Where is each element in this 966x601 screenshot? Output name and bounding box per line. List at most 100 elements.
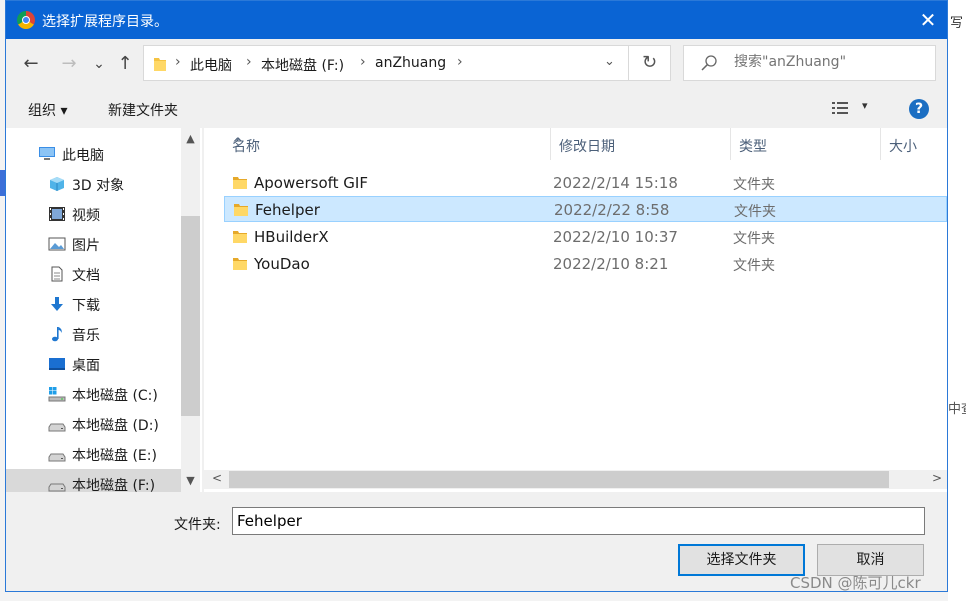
sidebar-item-label: 本地磁盘 (F:) [72,478,156,492]
sidebar-item-label: 本地磁盘 (E:) [72,448,157,464]
up-button[interactable]: ↑ [112,51,138,77]
sidebar-item-label: 下载 [72,298,100,314]
sidebar-scrollbar[interactable]: ▲ ▼ [181,128,200,492]
breadcrumb-drive-f[interactable]: 本地磁盘 (F:) [261,55,344,75]
sidebar-item-drive-e[interactable]: 本地磁盘 (E:) [6,439,181,469]
sidebar-item-drive-d[interactable]: 本地磁盘 (D:) [6,409,181,439]
file-name: YouDao [254,255,310,273]
file-list-horizontal-scrollbar[interactable]: < > [204,470,947,489]
sidebar-item-this-pc[interactable]: 此电脑 [6,139,181,169]
dialog-title: 选择扩展程序目录。 [42,14,168,30]
file-list: 名称 ^ 修改日期 类型 大小 Apowersoft GIF 2022/2/14… [204,128,947,492]
breadcrumb-anzhuang[interactable]: anZhuang [375,55,446,71]
back-button[interactable]: ← [18,51,44,77]
search-box[interactable] [683,45,936,81]
drive-icon [48,483,66,492]
file-name: HBuilderX [254,228,329,246]
sidebar-item-desktop[interactable]: 桌面 [6,349,181,379]
chrome-icon [17,11,35,29]
forward-button[interactable]: → [56,51,82,77]
sidebar-item-pictures[interactable]: 图片 [6,229,181,259]
windows-drive-icon [48,387,66,402]
sidebar-item-music[interactable]: 音乐 [6,319,181,349]
sidebar-item-label: 本地磁盘 (C:) [72,388,158,404]
close-button[interactable]: ✕ [909,5,947,35]
horizontal-scroll-thumb[interactable] [229,471,889,488]
scroll-up-button[interactable]: ▲ [181,132,200,145]
sidebar-item-label: 文档 [72,268,100,284]
column-header-date[interactable]: 修改日期 [551,128,731,160]
recent-locations-button[interactable]: ⌄ [86,51,112,77]
folder-field-label: 文件夹: [174,517,221,533]
sidebar-item-label: 视频 [72,208,100,224]
view-options-dropdown[interactable]: ▾ [862,99,868,112]
list-item-selected[interactable]: Fehelper 2022/2/22 8:58 文件夹 [224,196,947,222]
folder-name-input[interactable] [232,507,925,535]
sidebar-item-3d-objects[interactable]: 3D 对象 [6,169,181,199]
column-header-label: 类型 [739,139,767,155]
sidebar-item-label: 此电脑 [62,148,104,164]
background-peek-text: 中查 [948,402,966,417]
document-icon [51,266,63,282]
column-header-label: 大小 [889,139,917,155]
sidebar-scroll-thumb[interactable] [181,216,200,416]
title-bar[interactable]: 选择扩展程序目录。 ✕ [6,1,947,39]
folder-icon [233,258,247,270]
breadcrumb-separator[interactable]: › [175,54,181,70]
picture-icon [48,237,66,251]
view-options-icon[interactable] [832,101,848,115]
scroll-left-button[interactable]: < [212,471,222,485]
file-type: 文件夹 [733,258,775,274]
sidebar-item-drive-c[interactable]: 本地磁盘 (C:) [6,379,181,409]
file-type: 文件夹 [734,204,776,220]
file-date: 2022/2/10 10:37 [553,228,678,246]
sidebar-item-label: 图片 [72,238,100,254]
column-header-name[interactable]: 名称 ^ [224,128,551,160]
search-input[interactable] [732,53,926,71]
folder-icon [233,177,247,189]
sidebar-item-documents[interactable]: 文档 [6,259,181,289]
select-folder-button[interactable]: 选择文件夹 [678,544,805,576]
folder-picker-dialog: 选择扩展程序目录。 ✕ ← → ⌄ ↑ › 此电脑 › 本地磁盘 (F:) › … [5,0,948,592]
refresh-button[interactable]: ↻ [629,45,671,81]
sidebar-item-label: 3D 对象 [72,178,125,194]
sidebar-item-drive-f[interactable]: 本地磁盘 (F:) [6,469,181,492]
new-folder-button[interactable]: 新建文件夹 [108,100,178,120]
command-bar: 组织 ▾ 新建文件夹 ▾ ? [6,90,947,126]
scroll-right-button[interactable]: > [932,471,942,485]
list-item[interactable]: HBuilderX 2022/2/10 10:37 文件夹 [224,224,947,250]
cube-3d-icon [50,177,64,191]
folder-icon [234,204,248,216]
file-type: 文件夹 [733,231,775,247]
address-dropdown-button[interactable]: ⌄ [604,54,615,69]
organize-button[interactable]: 组织 ▾ [28,100,67,120]
search-icon [701,55,717,71]
download-icon [51,297,63,311]
sidebar-item-label: 桌面 [72,358,100,374]
navigation-pane: 此电脑 3D 对象 视频 图片 文档 下载 音乐 桌面 本地磁盘 (C:) 本地… [6,128,202,492]
breadcrumb-separator[interactable]: › [360,54,366,70]
column-header-type[interactable]: 类型 [731,128,881,160]
background-peek-text: 写 [950,16,964,31]
list-item[interactable]: Apowersoft GIF 2022/2/14 15:18 文件夹 [224,170,947,196]
file-date: 2022/2/22 8:58 [554,201,670,219]
list-item[interactable]: YouDao 2022/2/10 8:21 文件夹 [224,251,947,277]
sidebar-item-downloads[interactable]: 下载 [6,289,181,319]
folder-icon [154,58,166,71]
breadcrumb-separator[interactable]: › [246,54,252,70]
breadcrumb-this-pc[interactable]: 此电脑 [190,55,232,75]
sidebar-item-videos[interactable]: 视频 [6,199,181,229]
desktop-icon [49,358,65,370]
file-date: 2022/2/14 15:18 [553,174,678,192]
sort-ascending-icon: ^ [232,136,244,152]
breadcrumb-separator[interactable]: › [457,54,463,70]
scroll-down-button[interactable]: ▼ [181,474,200,487]
drive-icon [48,453,66,462]
address-bar[interactable]: › 此电脑 › 本地磁盘 (F:) › anZhuang › ⌄ [143,45,629,81]
help-button[interactable]: ? [909,99,929,119]
watermark-text: CSDN @陈可儿ckr [790,574,921,592]
background-app-edge: 写 中查 [948,0,966,601]
column-header-size[interactable]: 大小 [881,128,947,160]
file-type: 文件夹 [733,177,775,193]
sidebar-item-label: 本地磁盘 (D:) [72,418,159,434]
